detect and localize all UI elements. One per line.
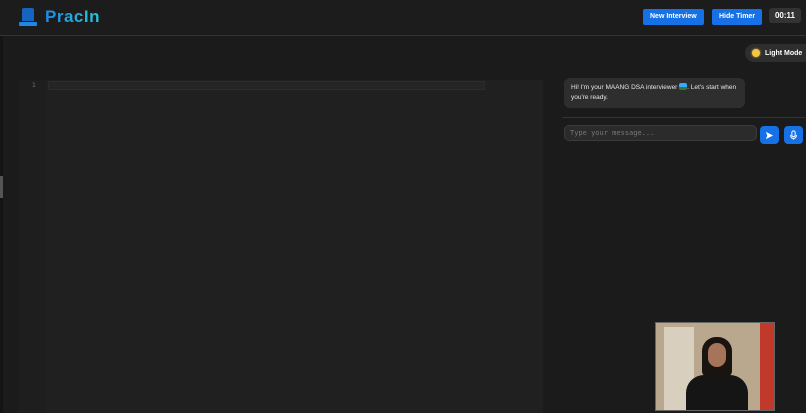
left-edge-panel [0,36,3,413]
send-icon [765,131,774,139]
microphone-button[interactable] [784,126,803,144]
chat-divider [562,117,806,118]
app-logo: PracIn [19,7,100,27]
technologist-icon [679,83,688,90]
light-mode-toggle[interactable]: Light Mode [745,44,806,62]
panel-handle[interactable] [0,176,3,198]
send-button[interactable] [760,126,779,144]
top-header: PracIn New Interview Hide Timer 00:11 [0,0,806,36]
app-name: PracIn [45,7,100,26]
sun-icon [752,49,760,57]
webcam-preview [655,322,775,411]
chat-message-input[interactable] [564,125,757,141]
hide-timer-button[interactable]: Hide Timer [712,9,763,25]
microphone-icon [790,130,797,140]
editor-gutter: 1 [18,80,46,413]
code-editor[interactable]: 1 [18,80,543,413]
editor-current-line[interactable] [48,81,485,90]
laptop-icon [19,8,37,26]
new-interview-button[interactable]: New Interview [643,9,704,25]
message-text-start: Hi! I'm your MAANG DSA interviewer [571,84,678,91]
light-mode-label: Light Mode [765,49,803,57]
interviewer-message: Hi! I'm your MAANG DSA interviewer . Let… [564,78,745,108]
line-number: 1 [32,82,36,89]
interview-timer: 00:11 [769,8,801,23]
